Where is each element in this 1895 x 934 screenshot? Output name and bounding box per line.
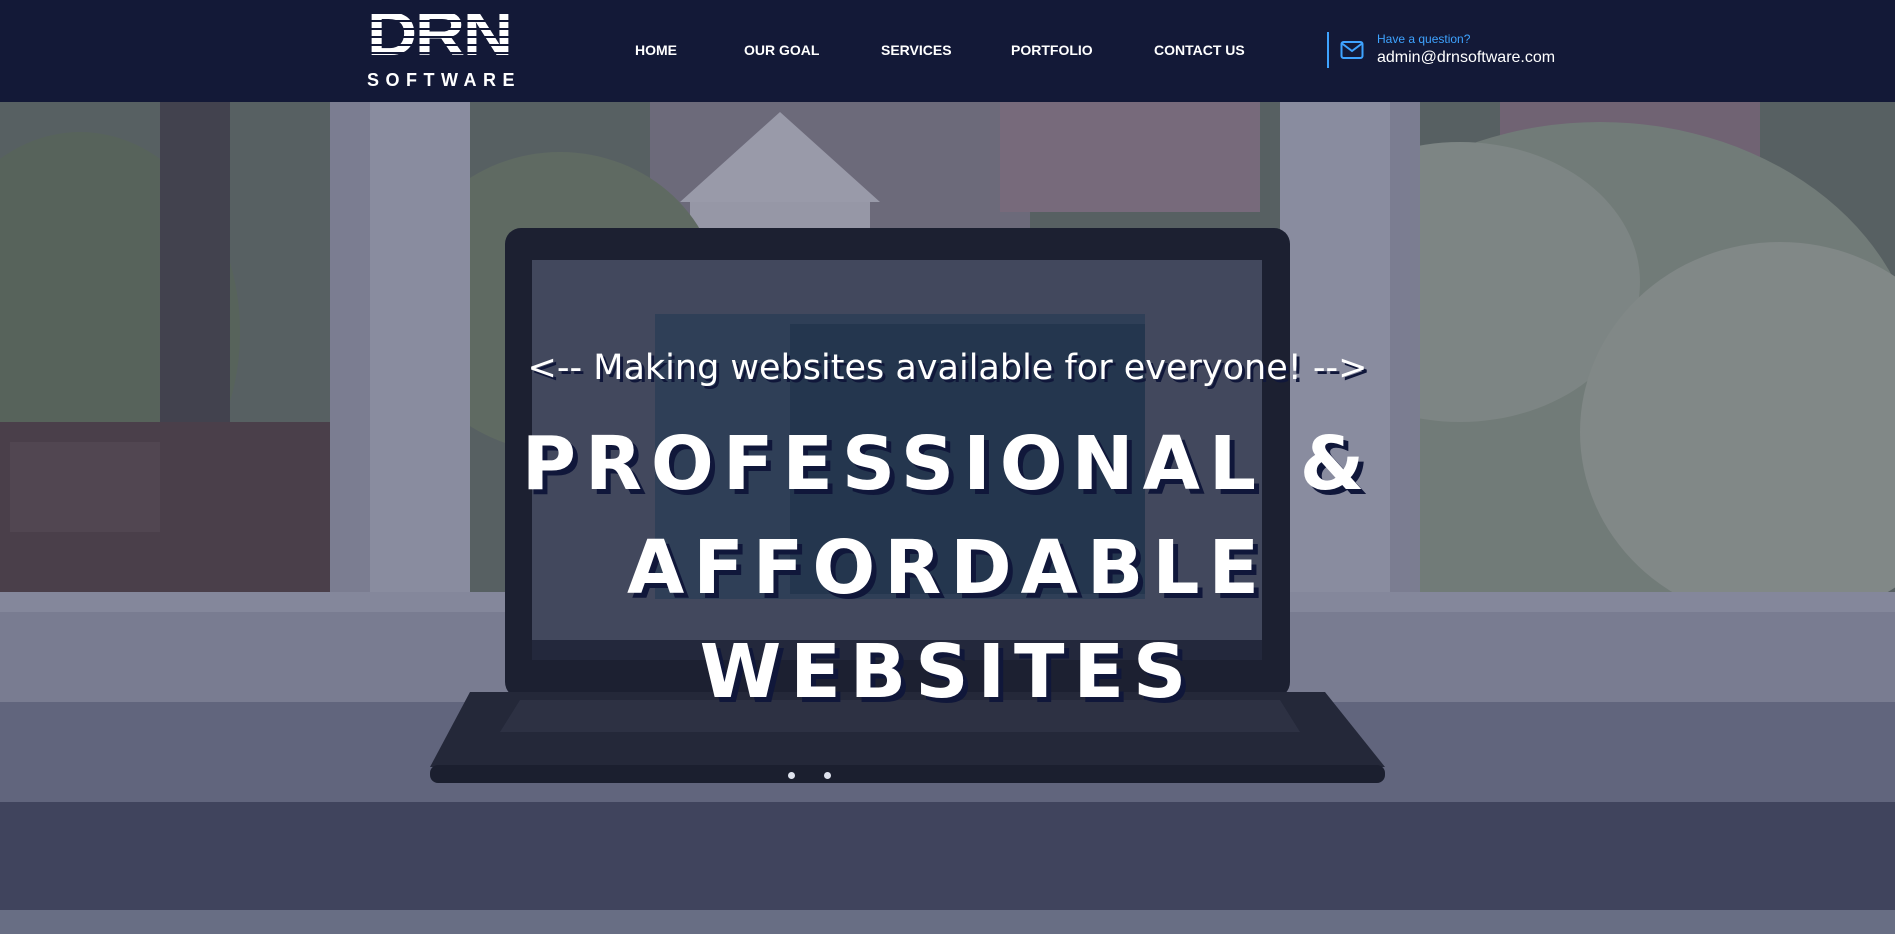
hero-section: <-- Making websites available for everyo… <box>0 102 1895 934</box>
logo-subtitle: SOFTWARE <box>367 70 521 90</box>
contact-email-link[interactable]: admin@drnsoftware.com <box>1377 48 1555 68</box>
nav-contact-us[interactable]: CONTACT US <box>1154 40 1245 60</box>
contact-question-label: Have a question? <box>1377 32 1471 46</box>
contact-divider <box>1327 32 1329 68</box>
slider-dot-1[interactable] <box>788 772 795 779</box>
slider-dot-2[interactable] <box>824 772 831 779</box>
nav-our-goal[interactable]: OUR GOAL <box>744 40 819 60</box>
hero-tagline: <-- Making websites available for everyo… <box>527 348 1368 388</box>
slider-dots <box>784 772 834 782</box>
nav-portfolio[interactable]: PORTFOLIO <box>1011 40 1093 60</box>
nav-services[interactable]: SERVICES <box>881 40 952 60</box>
hero-title-line-2: WEBSITES <box>699 629 1196 715</box>
hero-title-line-1: PROFESSIONAL & AFFORDABLE <box>521 421 1374 611</box>
mail-icon[interactable] <box>1340 40 1364 60</box>
logo-wordmark: DRN <box>367 0 513 69</box>
nav-home[interactable]: HOME <box>635 40 677 60</box>
hero-title: PROFESSIONAL & AFFORDABLE WEBSITES <box>200 412 1695 724</box>
drn-software-logo[interactable]: DRN SOFTWARE <box>367 4 532 90</box>
site-header: DRN SOFTWARE HOME OUR GOAL SERVICES PORT… <box>0 0 1895 102</box>
